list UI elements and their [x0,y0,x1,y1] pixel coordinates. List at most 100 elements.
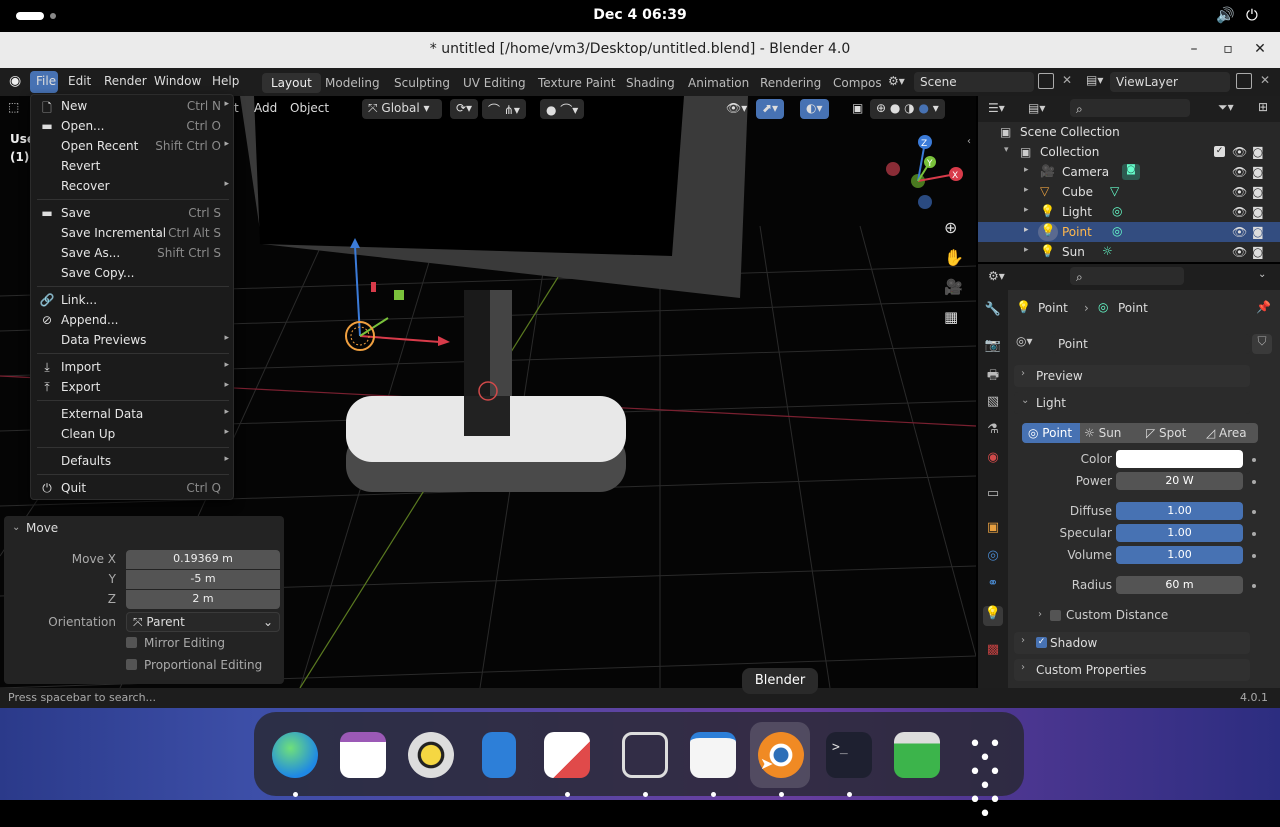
expand-chevron-icon[interactable]: ▾ [1004,145,1009,155]
keyframe-dot-icon[interactable] [1252,584,1256,588]
browser-icon[interactable] [272,732,318,778]
workspace-indicator[interactable] [50,13,56,19]
outliner-row-scene-collection[interactable]: ▣ Scene Collection [978,122,1280,142]
preview-section-header[interactable]: › Preview [1014,365,1250,387]
menu-item-new[interactable]: 🗋 New Ctrl N ▸ [31,96,235,116]
outliner-row-sun[interactable]: ▸ 💡 Sun ☼ 👁 ◙ [978,242,1280,262]
shadow-section-header[interactable]: › ✓ Shadow [1014,632,1250,654]
exclude-checkbox[interactable]: ✓ [1214,146,1225,157]
sidebar-toggle-icon[interactable]: ‹ [967,136,971,147]
light-data-tab-icon[interactable]: 💡 [983,606,1003,626]
menu-help[interactable]: Help [212,74,239,88]
new-view-layer-icon[interactable] [1236,73,1252,89]
tab-modeling[interactable]: Modeling [316,73,389,93]
orientation-dropdown[interactable]: ⤧ Parent ⌄ [126,612,280,632]
outliner-row-light[interactable]: ▸ 💡 Light ◎ 👁 ◙ [978,202,1280,222]
diffuse-slider[interactable]: 1.00 [1116,502,1243,520]
light-type-spot[interactable]: ◸ Spot [1146,426,1186,440]
collapse-chevron-icon[interactable]: ⌄ [12,522,20,533]
options-chevron-icon[interactable]: ⌄ [1258,269,1266,280]
view-layer-icon[interactable]: ▤▾ [1086,73,1103,87]
menu-item-data-previews[interactable]: Data Previews ▸ [31,330,235,350]
fake-user-shield-icon[interactable]: ⛉ [1252,334,1272,354]
keyframe-dot-icon[interactable] [1252,532,1256,536]
add-menu[interactable]: Add [248,99,283,119]
outliner-row-cube[interactable]: ▸ ▽ Cube ▽ 👁 ◙ [978,182,1280,202]
light-type-point[interactable]: ◎ Point [1022,423,1080,443]
terminal-icon[interactable]: >_ [826,732,872,778]
menu-item-append[interactable]: ⊘ Append... [31,310,235,330]
delete-view-layer-icon[interactable]: ✕ [1260,73,1270,87]
custom-distance-checkbox[interactable] [1050,610,1061,621]
visibility-eye-icon[interactable]: 👁 [1232,205,1247,219]
close-icon[interactable]: ✕ [1250,41,1270,57]
visibility-eye-icon[interactable]: 👁 [1232,225,1247,239]
files-icon[interactable] [482,732,516,778]
panel-title[interactable]: Move [26,521,58,535]
specular-slider[interactable]: 1.00 [1116,524,1243,542]
expand-chevron-icon[interactable]: ▸ [1024,245,1029,255]
physics-tab-icon[interactable]: ◎ [983,548,1003,568]
gizmo-toggle-icon[interactable]: ⬈▾ [756,99,785,119]
expand-chevron-icon[interactable]: ▸ [1024,225,1029,235]
camera-data-icon[interactable]: ◙ [1122,164,1140,180]
recycle-bin-icon[interactable] [894,732,940,778]
visibility-eye-icon[interactable]: 👁 [1232,245,1247,259]
properties-editor-type-icon[interactable]: ⚙▾ [988,269,1005,283]
outliner-row-collection[interactable]: ▾ ▣ Collection ✓ 👁 ◙ [978,142,1280,162]
menu-window[interactable]: Window [154,74,201,88]
system-clock[interactable]: Dec 4 06:39 [560,7,720,23]
move-y-field[interactable]: -5 m [126,570,280,589]
outliner-row-camera[interactable]: ▸ 🎥 Camera ◙ 👁 ◙ [978,162,1280,182]
menu-file[interactable]: File [36,74,56,88]
proportional-editing-checkbox[interactable] [126,659,137,670]
volume-icon[interactable]: 🔊 [1216,6,1235,24]
menu-item-save[interactable]: ▬ Save Ctrl S [31,203,235,223]
new-scene-icon[interactable] [1038,73,1054,89]
music-player-icon[interactable] [408,732,454,778]
activities-indicator[interactable] [16,12,44,20]
outliner-editor-type-icon[interactable]: ☰▾ [988,101,1005,115]
move-z-field[interactable]: 2 m [126,590,280,609]
properties-search-input[interactable]: ⌕ [1070,267,1184,285]
world-tab-icon[interactable]: ◉ [983,450,1003,470]
pivot-point-icon[interactable]: ⟳▾ [450,99,479,119]
tab-uv-editing[interactable]: UV Editing [454,73,535,93]
tab-layout[interactable]: Layout [262,73,321,93]
menu-item-external-data[interactable]: External Data ▸ [31,404,235,424]
menu-item-save-as[interactable]: Save As... Shift Ctrl S [31,243,235,263]
blender-logo-icon[interactable]: ◉ [9,73,21,89]
software-store-icon[interactable] [544,732,590,778]
text-editor-icon[interactable] [690,732,736,778]
menu-item-defaults[interactable]: Defaults ▸ [31,451,235,471]
menu-item-export[interactable]: ⤒ Export ▸ [31,377,235,397]
object-tab-icon[interactable]: ▣ [983,520,1003,540]
shading-mode-icons[interactable]: ⊕ ● ◑ ● ▾ [870,99,945,119]
chevron-right-icon[interactable]: › [1038,609,1042,620]
proportional-editing-icon[interactable]: ● ⌒▾ [540,99,585,119]
tool-tab-icon[interactable]: 🔧 [983,302,1003,322]
menu-edit[interactable]: Edit [68,74,91,88]
light-data-icon[interactable]: ◎ [1112,204,1122,218]
keyframe-dot-icon[interactable] [1252,458,1256,462]
display-mode-icon[interactable]: ▤▾ [1028,101,1045,115]
filter-icon[interactable]: ⏷▾ [1218,100,1234,115]
expand-chevron-icon[interactable]: ▸ [1024,185,1029,195]
tab-animation[interactable]: Animation [679,73,758,93]
power-field[interactable]: 20 W [1116,472,1243,490]
render-camera-icon[interactable]: ◙ [1252,185,1264,199]
outliner-row-point[interactable]: ▸ 💡 Point ◎ 👁 ◙ [978,222,1280,242]
expand-chevron-icon[interactable]: ▸ [1024,165,1029,175]
view-layer-tab-icon[interactable]: ▧ [983,394,1003,414]
menu-item-link[interactable]: 🔗 Link... [31,290,235,310]
xray-icon[interactable]: ▣ [846,99,869,119]
scene-icon[interactable]: ⚙▾ [888,74,905,88]
menu-item-quit[interactable]: ⏻ Quit Ctrl Q [31,478,235,498]
menu-item-open-recent[interactable]: Open Recent Shift Ctrl O ▸ [31,136,235,156]
visibility-eye-icon[interactable]: 👁 [1232,165,1247,179]
delete-scene-icon[interactable]: ✕ [1062,73,1072,87]
move-x-field[interactable]: 0.19369 m [126,550,280,569]
calendar-icon[interactable] [340,732,386,778]
menu-item-import[interactable]: ⤓ Import ▸ [31,357,235,377]
tab-sculpting[interactable]: Sculpting [385,73,459,93]
